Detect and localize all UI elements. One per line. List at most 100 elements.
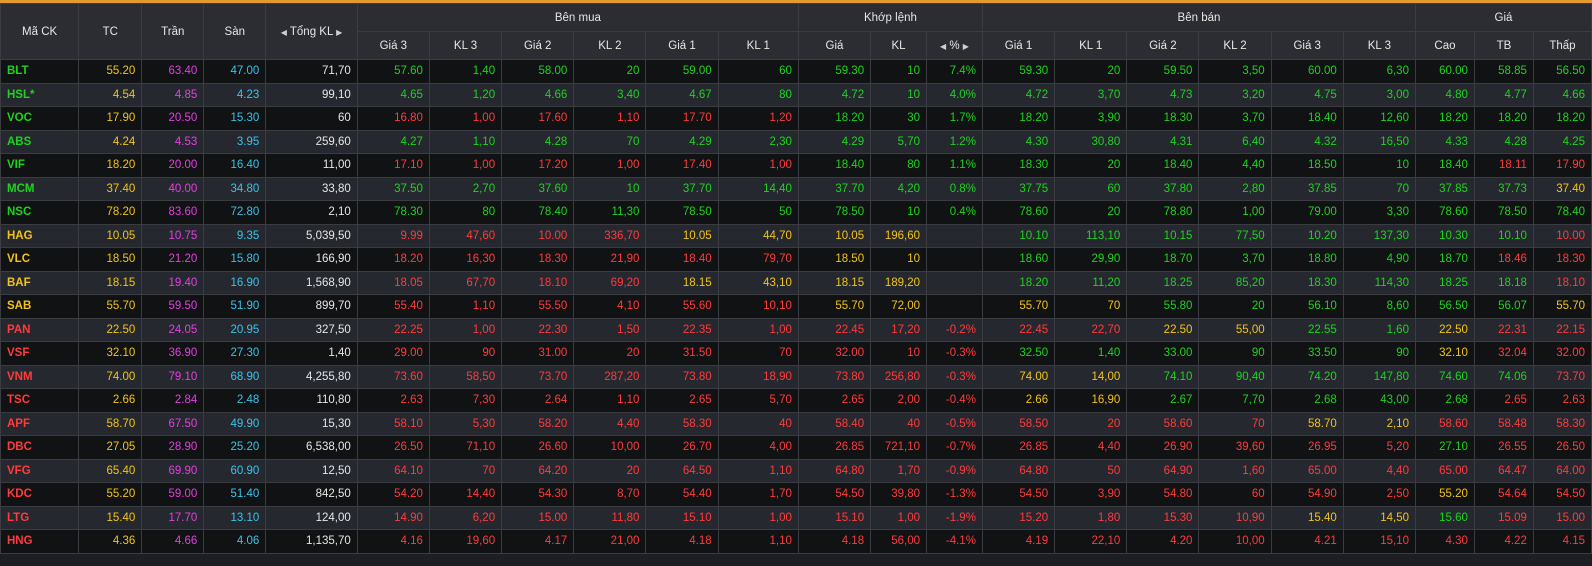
col-header-buy-vol-1[interactable]: KL 1	[717, 31, 799, 60]
buy-vol-1-cell: 1,10	[717, 529, 799, 554]
buy-price-2-cell: 18.10	[501, 270, 575, 295]
buy-price-2-cell: 18.30	[501, 247, 575, 272]
col-header-sell-price-3[interactable]: Giá 3	[1270, 31, 1344, 60]
col-header-high[interactable]: Cao	[1414, 31, 1475, 60]
buy-vol-2-cell: 1,00	[573, 153, 647, 178]
symbol-cell[interactable]: PAN	[0, 317, 80, 342]
table-row[interactable]: LTG 15.40 17.70 13.10 124,00 14.90 6,20 15.00 11…	[0, 505, 1592, 530]
symbol-cell[interactable]: LTG	[0, 505, 80, 530]
symbol-cell[interactable]: VIF	[0, 153, 80, 178]
col-header-buy-price-1[interactable]: Giá 1	[645, 31, 719, 60]
col-header-buy-price-2[interactable]: Giá 2	[501, 31, 575, 60]
table-row[interactable]: VIF 18.20 20.00 16.40 11,00 17.10 1,00 17.20 1,0…	[0, 153, 1592, 178]
buy-vol-2-cell: 1,50	[573, 317, 647, 342]
arrow-right-icon[interactable]: ▶	[336, 28, 342, 37]
arrow-left-icon[interactable]: ◀	[281, 28, 287, 37]
sell-price-1-cell: 37.75	[981, 176, 1056, 201]
price-board: Mã CK TC Trần Sàn ◀ Tổng KL ▶ Bên mua Kh…	[0, 0, 1592, 566]
symbol-cell[interactable]: ABS	[0, 129, 80, 154]
col-header-avg[interactable]: TB	[1473, 31, 1534, 60]
symbol-cell[interactable]: VNM	[0, 364, 80, 389]
table-row[interactable]: TSC 2.66 2.84 2.48 110,80 2.63 7,30 2.64 1,10 2.6…	[0, 388, 1592, 413]
table-row[interactable]: VFG 65.40 69.90 60.90 12,50 64.10 70 64.20 20 64.…	[0, 458, 1592, 483]
table-row[interactable]: VOC 17.90 20.50 15.30 60 16.80 1,00 17.60 1,10 17…	[0, 106, 1592, 131]
symbol-cell[interactable]: HNG	[0, 529, 80, 554]
buy-vol-3-cell: 2,70	[428, 176, 503, 201]
symbol-cell[interactable]: VSF	[0, 341, 80, 366]
symbol-cell[interactable]: NSC	[0, 200, 80, 225]
table-row[interactable]: PAN 22.50 24.05 20.95 327,50 22.25 1,00 22.30 1,…	[0, 317, 1592, 342]
col-header-match-pct[interactable]: ◀ % ▶	[926, 31, 983, 60]
table-row[interactable]: VLC 18.50 21.20 15.80 166,90 18.20 16,30 18.30 2…	[0, 247, 1592, 272]
col-header-low[interactable]: Thấp	[1532, 31, 1592, 60]
high-price-cell: 60.00	[1414, 59, 1475, 84]
sell-vol-2-cell: 77,50	[1198, 223, 1272, 248]
col-header-buy-vol-2[interactable]: KL 2	[573, 31, 647, 60]
symbol-cell[interactable]: BAF	[0, 270, 80, 295]
table-row[interactable]: NSC 78.20 83.60 72.80 2,10 78.30 80 78.40 11,30 7…	[0, 200, 1592, 225]
sell-price-2-cell: 74.10	[1126, 364, 1200, 389]
symbol-cell[interactable]: DBC	[0, 435, 80, 460]
match-pct-cell	[926, 247, 983, 272]
col-header-match-vol[interactable]: KL	[870, 31, 927, 60]
table-row[interactable]: HAG 10.05 10.75 9.35 5,039,50 9.99 47,60 10.00 3…	[0, 223, 1592, 248]
symbol-cell[interactable]: BLT	[0, 59, 80, 84]
symbol-cell[interactable]: APF	[0, 411, 80, 436]
col-header-sell-price-2[interactable]: Giá 2	[1126, 31, 1200, 60]
table-row[interactable]: BLT 55.20 63.40 47.00 71,70 57.60 1,40 58.00 20 5…	[0, 59, 1592, 84]
match-pct-cell: 7.4%	[926, 59, 983, 84]
table-row[interactable]: HSL* 4.54 4.85 4.23 99,10 4.65 1,20 4.66 3,40 4.6…	[0, 82, 1592, 107]
high-price-cell: 2.68	[1414, 388, 1475, 413]
table-row[interactable]: BAF 18.15 19.40 16.90 1,568,90 18.05 67,70 18.1…	[0, 270, 1592, 295]
floor-price-cell: 9.35	[203, 223, 267, 248]
buy-price-1-cell: 17.70	[645, 106, 719, 131]
floor-price-cell: 60.90	[203, 458, 267, 483]
table-row[interactable]: ABS 4.24 4.53 3.95 259,60 4.27 1,10 4.28 70 4.29 2…	[0, 129, 1592, 154]
col-header-ceil[interactable]: Trần	[141, 3, 205, 60]
sell-price-1-cell: 18.20	[981, 106, 1056, 131]
symbol-cell[interactable]: VOC	[0, 106, 80, 131]
ref-price-cell: 18.50	[78, 247, 143, 272]
match-pct-cell: -1.9%	[926, 505, 983, 530]
symbol-cell[interactable]: HAG	[0, 223, 80, 248]
table-row[interactable]: VNM 74.00 79.10 68.90 4,255,80 73.60 58,50 73.7…	[0, 364, 1592, 389]
col-header-sell-vol-2[interactable]: KL 2	[1198, 31, 1272, 60]
table-row[interactable]: KDC 55.20 59.00 51.40 842,50 54.20 14,40 54.30 8…	[0, 482, 1592, 507]
sell-vol-2-cell: 85,20	[1198, 270, 1272, 295]
col-header-sell-vol-3[interactable]: KL 3	[1342, 31, 1416, 60]
col-header-total-vol[interactable]: ◀ Tổng KL ▶	[265, 3, 358, 60]
table-row[interactable]: MCM 37.40 40.00 34.80 33,80 37.50 2,70 37.60 10 3…	[0, 176, 1592, 201]
table-row[interactable]: SAB 55.70 59.50 51.90 899,70 55.40 1,10 55.50 4,…	[0, 294, 1592, 319]
sell-vol-1-cell: 30,80	[1054, 129, 1128, 154]
sell-price-3-cell: 58.70	[1270, 411, 1344, 436]
table-row[interactable]: HNG 4.36 4.66 4.06 1,135,70 4.16 19,60 4.17 21,0…	[0, 529, 1592, 554]
symbol-cell[interactable]: MCM	[0, 176, 80, 201]
symbol-cell[interactable]: SAB	[0, 294, 80, 319]
match-vol-cell: 10	[870, 341, 927, 366]
symbol-cell[interactable]: VFG	[0, 458, 80, 483]
col-header-buy-vol-3[interactable]: KL 3	[428, 31, 503, 60]
buy-vol-1-cell: 1,00	[717, 153, 799, 178]
col-header-sell-price-1[interactable]: Giá 1	[981, 31, 1056, 60]
col-header-match-price[interactable]: Giá	[797, 31, 872, 60]
match-pct-cell: 4.0%	[926, 82, 983, 107]
col-header-sell-vol-1[interactable]: KL 1	[1054, 31, 1128, 60]
table-row[interactable]: VSF 32.10 36.90 27.30 1,40 29.00 90 31.00 20 31.5…	[0, 341, 1592, 366]
col-header-buy-price-3[interactable]: Giá 3	[356, 31, 430, 60]
table-row[interactable]: DBC 27.05 28.90 25.20 6,538,00 26.50 71,10 26.6…	[0, 435, 1592, 460]
match-vol-cell: 256,80	[870, 364, 927, 389]
symbol-cell[interactable]: KDC	[0, 482, 80, 507]
symbol-cell[interactable]: HSL*	[0, 82, 80, 107]
buy-vol-2-cell: 11,80	[573, 505, 647, 530]
col-header-symbol[interactable]: Mã CK	[0, 3, 80, 60]
symbol-cell[interactable]: TSC	[0, 388, 80, 413]
col-header-ref[interactable]: TC	[78, 3, 143, 60]
table-row[interactable]: APF 58.70 67.50 49.90 15,30 58.10 5,30 58.20 4,4…	[0, 411, 1592, 436]
buy-price-2-cell: 37.60	[501, 176, 575, 201]
col-header-floor[interactable]: Sàn	[203, 3, 267, 60]
arrow-left-icon[interactable]: ◀	[940, 42, 946, 51]
sell-price-1-cell: 18.20	[981, 270, 1056, 295]
sell-price-2-cell: 18.30	[1126, 106, 1200, 131]
symbol-cell[interactable]: VLC	[0, 247, 80, 272]
arrow-right-icon[interactable]: ▶	[963, 42, 969, 51]
